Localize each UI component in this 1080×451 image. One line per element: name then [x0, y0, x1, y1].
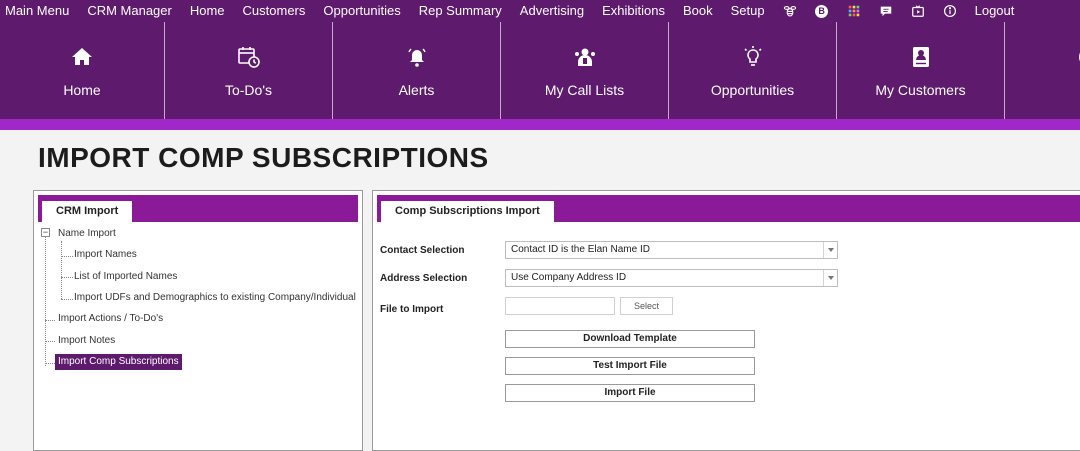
import-tree: − Name Import Import Names List of Impor…	[34, 191, 362, 450]
bitcoin-icon[interactable]: B	[815, 4, 829, 18]
tile-alerts[interactable]: Alerts	[333, 22, 501, 119]
tree-node-import-comp-subscriptions[interactable]: Import Comp Subscriptions	[55, 354, 182, 370]
menu-opportunities[interactable]: Opportunities	[314, 0, 409, 22]
chat-icon[interactable]	[879, 4, 893, 18]
tile-opportunities-label: Opportunities	[710, 82, 795, 98]
home-icon	[70, 44, 94, 70]
calendar-clock-icon	[237, 44, 261, 70]
contact-selection-dropdown[interactable]: Contact ID is the Elan Name ID	[505, 241, 838, 259]
tree-branch-line	[61, 241, 62, 299]
menu-logout[interactable]: Logout	[966, 0, 1024, 22]
grid-icon[interactable]	[847, 4, 861, 18]
test-import-file-button[interactable]: Test Import File	[505, 357, 755, 375]
menu-advertising[interactable]: Advertising	[511, 0, 593, 22]
tile-my-customers-label: My Customers	[875, 82, 966, 98]
info-icon[interactable]	[943, 4, 957, 18]
menu-main-menu[interactable]: Main Menu	[0, 0, 78, 22]
download-template-button[interactable]: Download Template	[505, 330, 755, 348]
tree-node-import-notes[interactable]: Import Notes	[58, 334, 115, 348]
media-icon[interactable]	[911, 4, 925, 18]
bee-icon[interactable]	[783, 4, 797, 18]
menu-customers[interactable]: Customers	[234, 0, 315, 22]
tile-navigation: Home To-Do's Alerts My Call Lists Opport…	[0, 22, 1080, 119]
accent-bar	[0, 119, 1080, 130]
tile-opportunities[interactable]: Opportunities	[669, 22, 837, 119]
tree-connector	[45, 363, 55, 364]
menu-crm-manager[interactable]: CRM Manager	[78, 0, 181, 22]
comp-subscriptions-panel: Comp Subscriptions Import Contact Select…	[372, 190, 1080, 451]
tree-connector	[61, 299, 73, 300]
tree-collapse-toggle[interactable]: −	[41, 228, 50, 237]
tile-home[interactable]: Home	[0, 22, 165, 119]
tile-my-call-lists-label: My Call Lists	[544, 82, 625, 98]
tree-trunk-line	[45, 237, 46, 366]
import-file-button[interactable]: Import File	[505, 384, 755, 402]
partial-icon	[1077, 44, 1080, 70]
menu-book[interactable]: Book	[674, 0, 722, 22]
address-selection-dropdown[interactable]: Use Company Address ID	[505, 269, 838, 287]
comp-subscriptions-header: Comp Subscriptions Import	[377, 195, 1080, 222]
bitcoin-badge-letter: B	[815, 4, 829, 18]
customer-card-icon	[909, 44, 933, 70]
tile-my-customers[interactable]: My Customers	[837, 22, 1005, 119]
crm-import-panel: CRM Import − Name Import Import Names Li…	[33, 190, 363, 451]
tile-my-call-lists[interactable]: My Call Lists	[501, 22, 669, 119]
menu-setup[interactable]: Setup	[722, 0, 774, 22]
address-selection-label: Address Selection	[380, 273, 468, 284]
contact-selection-label: Contact Selection	[380, 245, 465, 256]
tile-todos-label: To-Do's	[224, 82, 273, 98]
address-selection-value: Use Company Address ID	[511, 272, 627, 283]
file-to-import-label: File to Import	[380, 304, 444, 315]
tree-connector	[61, 256, 73, 257]
tile-home-label: Home	[63, 82, 101, 98]
tree-node-import-actions[interactable]: Import Actions / To-Do's	[58, 312, 163, 326]
chevron-down-icon	[823, 242, 837, 258]
tree-node-list-imported-names[interactable]: List of Imported Names	[74, 270, 177, 284]
tree-node-import-udfs[interactable]: Import UDFs and Demographics to existing…	[74, 291, 356, 305]
lightbulb-icon	[741, 44, 765, 70]
menu-rep-summary[interactable]: Rep Summary	[410, 0, 511, 22]
tree-node-import-names[interactable]: Import Names	[74, 248, 137, 262]
tab-comp-subscriptions-import[interactable]: Comp Subscriptions Import	[381, 201, 554, 222]
tile-partial[interactable]: My	[1005, 22, 1080, 119]
tree-connector	[61, 277, 73, 278]
menu-home[interactable]: Home	[181, 0, 234, 22]
tree-connector	[45, 341, 55, 342]
tile-alerts-label: Alerts	[398, 82, 435, 98]
file-path-input[interactable]	[505, 297, 615, 315]
tree-connector	[45, 320, 55, 321]
page-title: IMPORT COMP SUBSCRIPTIONS	[38, 142, 489, 173]
call-list-icon	[573, 44, 597, 70]
menu-exhibitions[interactable]: Exhibitions	[593, 0, 674, 22]
chevron-down-icon	[823, 270, 837, 286]
top-menu-bar: Main Menu CRM Manager Home Customers Opp…	[0, 0, 1080, 22]
tile-todos[interactable]: To-Do's	[165, 22, 333, 119]
tree-node-name-import[interactable]: Name Import	[58, 227, 116, 241]
file-select-button[interactable]: Select	[620, 297, 673, 315]
bell-alert-icon	[405, 44, 429, 70]
contact-selection-value: Contact ID is the Elan Name ID	[511, 244, 650, 255]
